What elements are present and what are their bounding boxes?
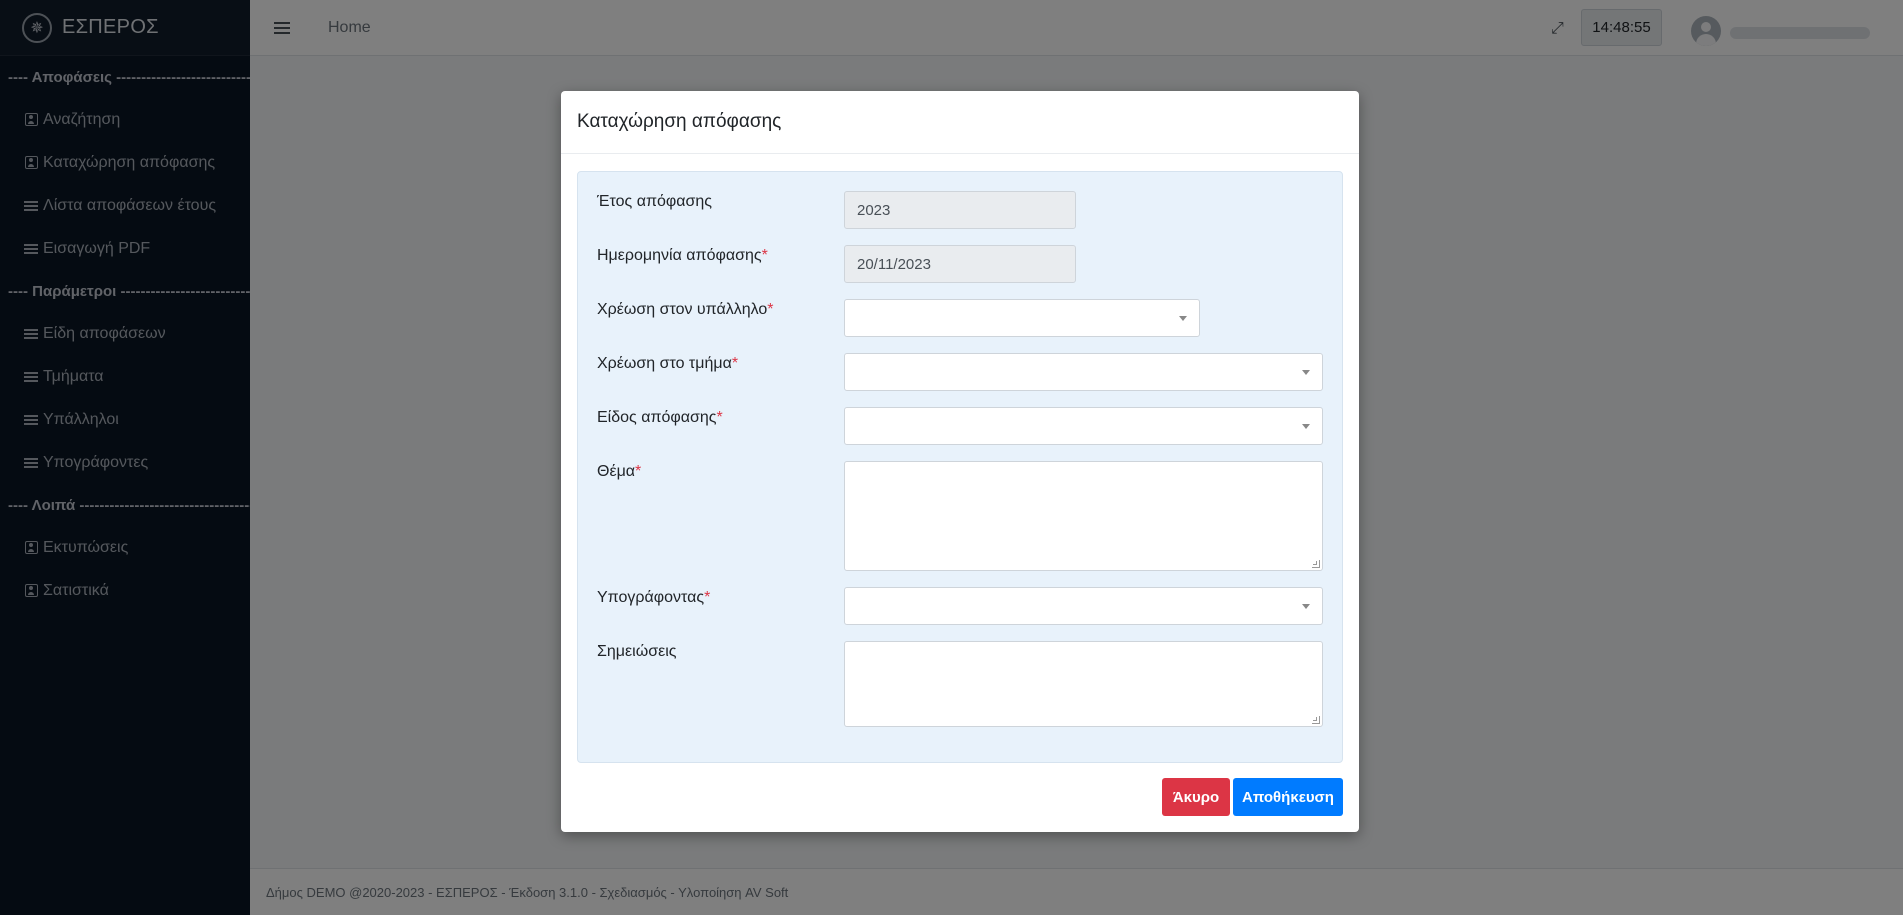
chevron-down-icon — [1302, 604, 1310, 609]
chevron-down-icon — [1302, 370, 1310, 375]
resize-handle-icon[interactable] — [1312, 560, 1320, 568]
employee-label: Χρέωση στον υπάλληλο* — [597, 301, 774, 318]
notes-textarea[interactable] — [844, 641, 1323, 727]
year-field: 2023 — [844, 191, 1076, 229]
subject-textarea[interactable] — [844, 461, 1323, 571]
notes-label: Σημειώσεις — [597, 643, 677, 660]
save-button[interactable]: Αποθήκευση — [1233, 778, 1343, 816]
chevron-down-icon — [1302, 424, 1310, 429]
register-decision-modal: Καταχώρηση απόφασης Έτος απόφασης 2023 Η… — [561, 91, 1359, 832]
cancel-button[interactable]: Άκυρο — [1162, 778, 1230, 816]
employee-select[interactable] — [844, 299, 1200, 337]
date-field: 20/11/2023 — [844, 245, 1076, 283]
date-label: Ημερομηνία απόφασης* — [597, 247, 768, 264]
modal-header: Καταχώρηση απόφασης — [561, 91, 1359, 154]
decision-form: Έτος απόφασης 2023 Ημερομηνία απόφασης* … — [577, 171, 1343, 763]
modal-title: Καταχώρηση απόφασης — [577, 111, 782, 132]
signer-select[interactable] — [844, 587, 1323, 625]
year-label: Έτος απόφασης — [597, 193, 712, 210]
type-label: Είδος απόφασης* — [597, 409, 723, 426]
department-select[interactable] — [844, 353, 1323, 391]
subject-label: Θέμα* — [597, 463, 642, 480]
chevron-down-icon — [1179, 316, 1187, 321]
department-label: Χρέωση στο τμήμα* — [597, 355, 739, 372]
signer-label: Υπογράφοντας* — [597, 589, 711, 606]
resize-handle-icon[interactable] — [1312, 716, 1320, 724]
decision-type-select[interactable] — [844, 407, 1323, 445]
